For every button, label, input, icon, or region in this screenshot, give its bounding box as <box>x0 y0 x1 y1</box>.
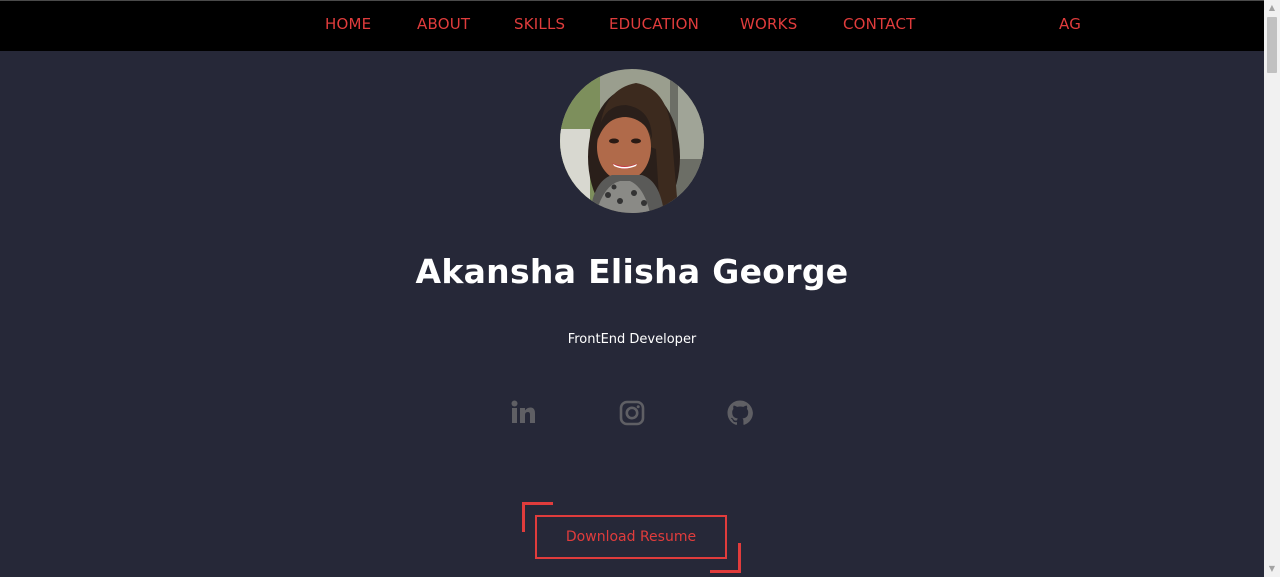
resume-button-frame: Download Resume <box>522 502 741 573</box>
logo-initials[interactable]: AG <box>1059 15 1081 33</box>
scroll-down-arrow-icon[interactable]: ▼ <box>1264 561 1280 577</box>
instagram-icon <box>617 400 647 432</box>
profile-name: Akansha Elisha George <box>415 252 849 291</box>
linkedin-link[interactable] <box>508 398 538 428</box>
instagram-link[interactable] <box>617 398 647 428</box>
profile-avatar <box>560 69 704 213</box>
profile-role: FrontEnd Developer <box>567 332 697 347</box>
download-resume-button[interactable]: Download Resume <box>535 515 727 559</box>
portfolio-page: HOME ABOUT SKILLS EDUCATION WORKS CONTAC… <box>0 0 1280 577</box>
github-link[interactable] <box>725 398 755 428</box>
scroll-up-arrow-icon[interactable]: ▲ <box>1264 0 1280 16</box>
vertical-scrollbar[interactable]: ▲ ▼ <box>1264 0 1280 577</box>
nav-home-link[interactable]: HOME <box>325 15 371 33</box>
linkedin-icon <box>508 400 538 432</box>
top-navbar: HOME ABOUT SKILLS EDUCATION WORKS CONTAC… <box>0 0 1264 51</box>
nav-about-link[interactable]: ABOUT <box>417 15 470 33</box>
nav-skills-link[interactable]: SKILLS <box>514 15 565 33</box>
scrollbar-thumb[interactable] <box>1267 17 1277 73</box>
github-icon <box>725 400 755 432</box>
nav-contact-link[interactable]: CONTACT <box>843 15 916 33</box>
nav-education-link[interactable]: EDUCATION <box>609 15 699 33</box>
nav-works-link[interactable]: WORKS <box>740 15 797 33</box>
